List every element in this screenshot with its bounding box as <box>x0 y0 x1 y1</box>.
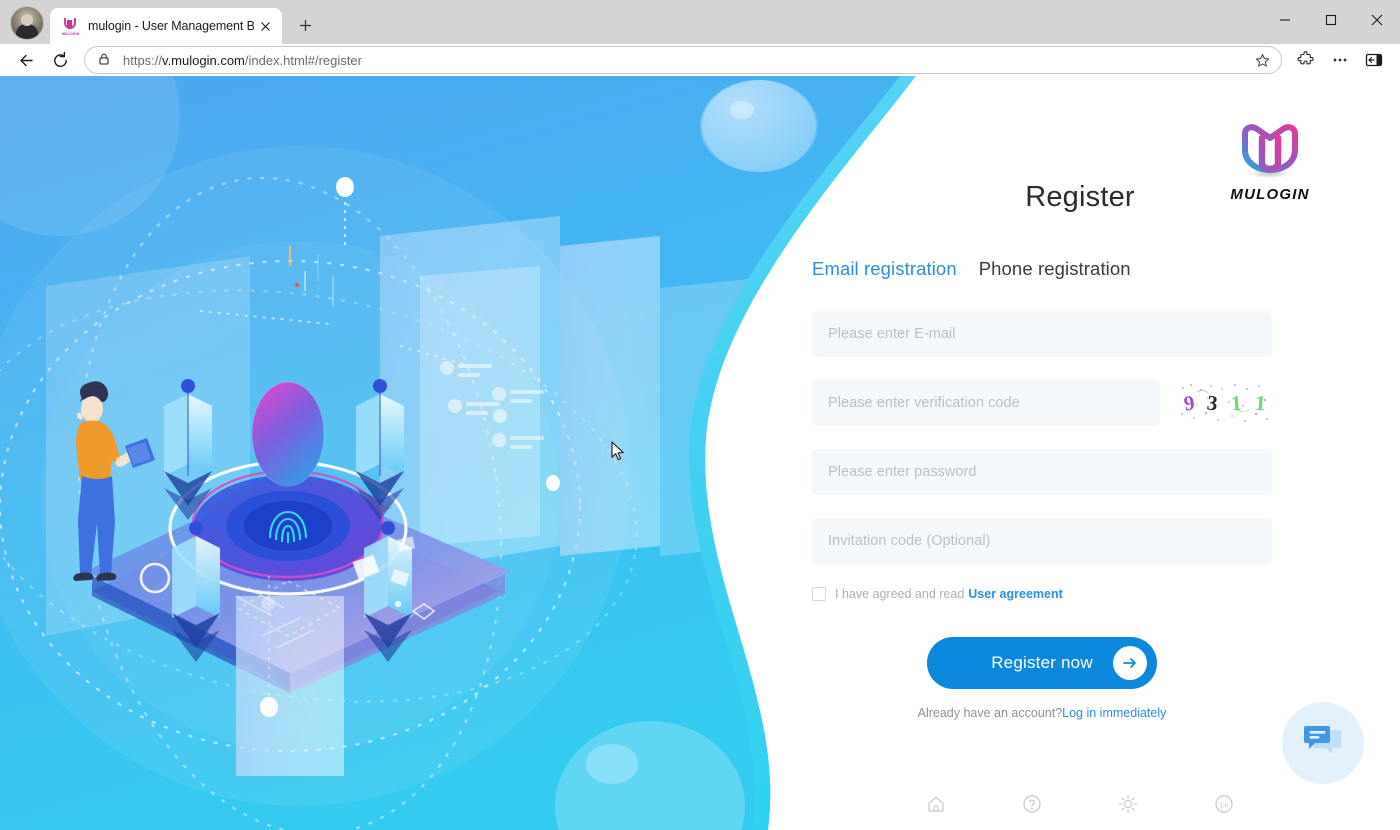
window-controls <box>1262 0 1400 40</box>
register-panel: MULOGIN Register Email registration Phon… <box>760 76 1400 830</box>
browser-toolbar: https://v.mulogin.com/index.html#/regist… <box>0 44 1400 76</box>
agreement-row: I have agreed and read User agreement <box>812 587 1272 601</box>
login-prompt: Already have an account?Log in immediate… <box>812 706 1272 720</box>
mouse-pointer-icon <box>611 441 625 466</box>
url-path: /index.html#/register <box>244 52 362 68</box>
back-button[interactable] <box>10 45 42 75</box>
password-field[interactable]: Please enter password <box>812 449 1272 495</box>
more-ellipsis-icon[interactable] <box>1324 45 1356 75</box>
tab-title: mulogin - User Management Bac <box>88 19 254 33</box>
captcha-digit-4: 1 <box>1253 390 1267 415</box>
login-immediately-link[interactable]: Log in immediately <box>1062 706 1166 720</box>
password-placeholder: Please enter password <box>828 464 977 480</box>
user-agreement-link[interactable]: User agreement <box>968 587 1063 601</box>
agreement-text: I have agreed and read <box>835 587 965 601</box>
mulogin-favicon-icon: MULOGIN <box>62 17 79 36</box>
url-protocol: https:// <box>123 52 163 68</box>
register-form: Please enter E-mail Please enter verific… <box>812 311 1272 720</box>
url-text: https://v.mulogin.com/index.html#/regist… <box>123 53 1249 68</box>
captcha-digit-1: 9 <box>1181 389 1196 416</box>
tab-email-registration[interactable]: Email registration <box>812 258 957 280</box>
minimize-button[interactable] <box>1262 0 1308 40</box>
browser-window: MULOGIN mulogin - User Management Bac ht… <box>0 0 1400 830</box>
invitation-code-placeholder: Invitation code (Optional) <box>828 533 991 549</box>
page-bottom-bar: En <box>760 778 1400 830</box>
maximize-button[interactable] <box>1308 0 1354 40</box>
browser-tab[interactable]: MULOGIN mulogin - User Management Bac <box>50 8 282 44</box>
lock-icon <box>97 52 113 68</box>
profile-avatar[interactable] <box>10 6 44 40</box>
login-prompt-text: Already have an account? <box>917 706 1063 720</box>
captcha-digit-3: 1 <box>1230 390 1243 415</box>
register-now-button[interactable]: Register now <box>927 637 1157 689</box>
tab-phone-registration[interactable]: Phone registration <box>979 258 1131 280</box>
email-field[interactable]: Please enter E-mail <box>812 311 1272 357</box>
help-icon[interactable] <box>1021 793 1043 815</box>
captcha-digit-2: 3 <box>1206 389 1220 416</box>
window-close-button[interactable] <box>1354 0 1400 40</box>
reload-button[interactable] <box>44 45 76 75</box>
home-icon[interactable] <box>925 793 947 815</box>
mulogin-logo-icon <box>1235 116 1305 182</box>
url-domain: v.mulogin.com <box>162 52 245 68</box>
address-bar[interactable]: https://v.mulogin.com/index.html#/regist… <box>84 46 1282 74</box>
brightness-icon[interactable] <box>1117 793 1139 815</box>
email-placeholder: Please enter E-mail <box>828 326 956 342</box>
arrow-right-icon <box>1113 646 1147 680</box>
chat-bubbles-icon <box>1302 722 1344 765</box>
svg-text:En: En <box>1220 800 1229 809</box>
page-viewport: MULOGIN Register Email registration Phon… <box>0 76 1400 830</box>
register-now-label: Register now <box>991 653 1093 672</box>
chat-widget-button[interactable] <box>1282 702 1364 784</box>
verification-code-placeholder: Please enter verification code <box>828 395 1020 411</box>
agreement-checkbox[interactable] <box>812 587 826 601</box>
submit-row: Register now <box>812 637 1272 689</box>
tab-close-icon[interactable] <box>254 15 276 37</box>
verification-code-field[interactable]: Please enter verification code <box>812 380 1160 426</box>
sidebar-panel-icon[interactable] <box>1358 45 1390 75</box>
extensions-puzzle-icon[interactable] <box>1290 45 1322 75</box>
new-tab-button[interactable] <box>290 10 320 40</box>
captcha-image[interactable]: 9 3 1 1 <box>1177 380 1272 426</box>
star-icon[interactable] <box>1249 47 1275 73</box>
tab-strip: MULOGIN mulogin - User Management Bac <box>0 0 1400 44</box>
language-icon[interactable]: En <box>1213 793 1235 815</box>
page-title: Register <box>1025 181 1135 213</box>
registration-tabs: Email registration Phone registration <box>812 258 1131 280</box>
invitation-code-field[interactable]: Invitation code (Optional) <box>812 518 1272 564</box>
